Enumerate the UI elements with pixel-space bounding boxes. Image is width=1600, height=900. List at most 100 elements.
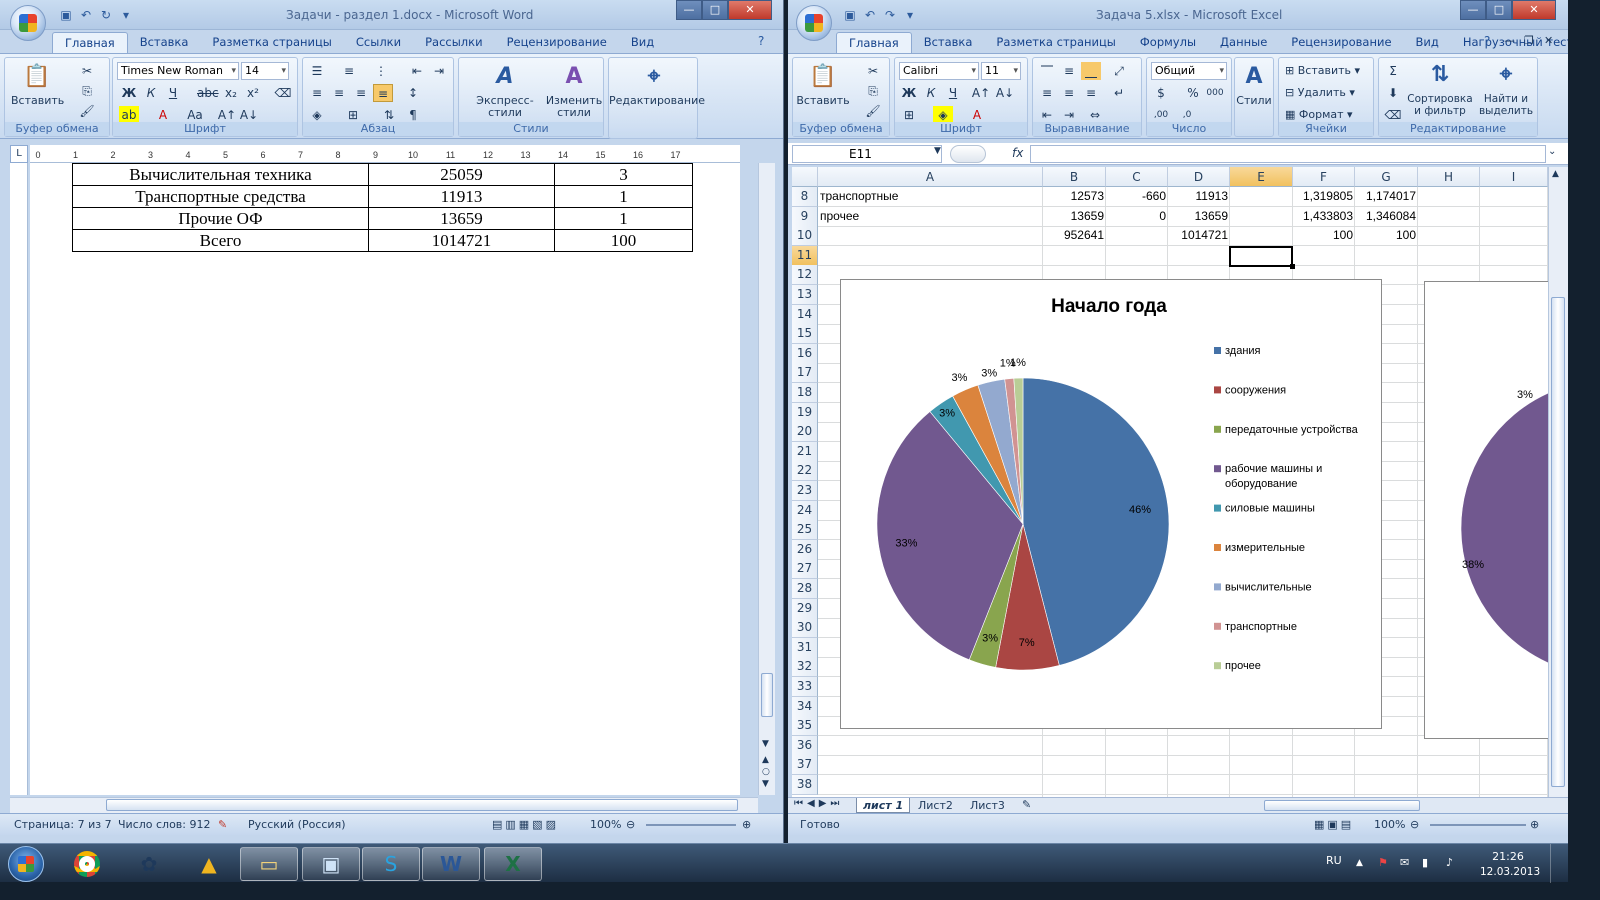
cell-E10[interactable] xyxy=(1230,226,1293,246)
cell-C9[interactable]: 0 xyxy=(1106,207,1168,227)
pie-slice[interactable] xyxy=(1460,392,1548,665)
row-header[interactable]: 30 xyxy=(792,618,818,639)
cell-F9[interactable]: 1,433803 xyxy=(1293,207,1355,227)
scroll-up-icon[interactable]: ▲ xyxy=(1552,169,1559,179)
superscript-icon[interactable]: x² xyxy=(243,84,263,102)
row-header[interactable]: 8 xyxy=(792,187,818,207)
delete-cells-button[interactable]: ⊟ Удалить ▾ xyxy=(1285,86,1355,99)
row-header[interactable]: 9 xyxy=(792,206,818,227)
clear-format-icon[interactable]: ⌫ xyxy=(273,84,293,102)
table-cell[interactable]: 3 xyxy=(554,163,693,186)
row-header[interactable]: 33 xyxy=(792,677,818,697)
cell-G9[interactable]: 1,346084 xyxy=(1355,207,1418,227)
column-header[interactable]: H xyxy=(1418,167,1480,187)
insert-function-icon[interactable]: fx xyxy=(1012,146,1023,160)
formula-input[interactable] xyxy=(1030,145,1546,163)
align-top-icon[interactable]: ⎺ xyxy=(1037,62,1057,80)
align-center-icon[interactable]: ≡ xyxy=(329,84,349,102)
wb-restore-icon[interactable]: ❐ xyxy=(1524,34,1534,47)
row-header[interactable]: 14 xyxy=(792,304,818,325)
row-header[interactable]: 28 xyxy=(792,579,818,599)
tab-formulas[interactable]: Формулы xyxy=(1128,32,1208,53)
cell-F8[interactable]: 1,319805 xyxy=(1293,187,1355,207)
cell-F10[interactable]: 100 xyxy=(1293,226,1355,246)
tab-view[interactable]: Вид xyxy=(619,32,666,53)
wb-close-icon[interactable]: ✕ xyxy=(1544,34,1553,47)
wb-minimize-icon[interactable]: — xyxy=(1504,34,1515,47)
language-indicator[interactable]: RU xyxy=(1326,854,1342,868)
table-cell[interactable]: 11913 xyxy=(368,185,555,208)
table-cell[interactable]: Всего xyxy=(72,229,369,252)
row-header[interactable]: 34 xyxy=(792,696,818,717)
tab-mailings[interactable]: Рассылки xyxy=(413,32,494,53)
align-right-icon[interactable]: ≡ xyxy=(1081,84,1101,102)
scroll-thumb[interactable] xyxy=(761,673,773,717)
copy-icon[interactable]: ⎘ xyxy=(863,82,883,100)
table-cell[interactable]: Транспортные средства xyxy=(72,185,369,208)
cut-icon[interactable]: ✂ xyxy=(863,62,883,80)
view-buttons[interactable]: ▦▣▤ xyxy=(1314,814,1354,836)
tab-insert[interactable]: Вставка xyxy=(912,32,985,53)
row-header[interactable]: 37 xyxy=(792,755,818,776)
close-button[interactable]: ✕ xyxy=(728,0,772,20)
zoom-out-icon[interactable]: ⊖ xyxy=(1410,814,1419,836)
format-painter-icon[interactable]: 🖌 xyxy=(863,102,883,120)
office-button[interactable] xyxy=(10,5,46,41)
row-header[interactable]: 23 xyxy=(792,481,818,501)
column-header[interactable]: I xyxy=(1480,167,1548,187)
cell-D10[interactable]: 1014721 xyxy=(1168,226,1230,246)
view-buttons[interactable]: ▤▥▦▧▨ xyxy=(492,814,559,836)
paste-button[interactable]: 📋 Вставить xyxy=(11,62,64,107)
chrome-taskbar-icon[interactable] xyxy=(58,847,116,881)
font-size-select[interactable]: 14 xyxy=(241,62,289,80)
new-sheet-icon[interactable]: ✎ xyxy=(1022,798,1031,811)
format-painter-icon[interactable]: 🖌 xyxy=(77,102,97,120)
number-format-select[interactable]: Общий xyxy=(1151,62,1227,80)
chart-start-of-year[interactable]: Начало года 46% 7% 3% 33% 3% 3% 3% 1% 1% здания со… xyxy=(840,279,1382,729)
paste-button[interactable]: 📋 Вставить xyxy=(795,62,851,107)
zoom-in-icon[interactable]: ⊕ xyxy=(742,814,751,836)
column-header[interactable]: C xyxy=(1106,167,1168,187)
line-spacing-icon[interactable]: ↕ xyxy=(403,84,423,102)
cell-E9[interactable] xyxy=(1230,207,1293,227)
help-icon[interactable]: ? xyxy=(1484,34,1490,48)
column-header[interactable]: E xyxy=(1230,167,1293,187)
save-icon[interactable]: ▣ xyxy=(58,7,74,23)
italic-icon[interactable]: К xyxy=(921,84,941,102)
orientation-icon[interactable]: ⤢ xyxy=(1109,62,1129,80)
formula-expand-handle[interactable] xyxy=(950,145,986,163)
underline-icon[interactable]: Ч xyxy=(943,84,963,102)
minimize-button[interactable]: — xyxy=(676,0,702,20)
align-bottom-icon[interactable]: ⎽ xyxy=(1081,62,1101,80)
zoom-out-icon[interactable]: ⊖ xyxy=(626,814,635,836)
sort-filter-button[interactable]: ⇅ Сортировка и фильтр xyxy=(1405,60,1475,117)
row-header[interactable]: 24 xyxy=(792,500,818,521)
strikethrough-icon[interactable]: abc xyxy=(197,84,219,102)
active-cell-cursor[interactable] xyxy=(1229,246,1293,267)
cell-A10[interactable] xyxy=(818,226,1043,246)
page-count[interactable]: Страница: 7 из 7 xyxy=(14,814,112,836)
next-page-icon[interactable]: ▼ xyxy=(762,779,769,789)
cell-A9[interactable]: прочее xyxy=(818,207,1043,227)
styles-button[interactable]: A Стили xyxy=(1235,62,1273,107)
network-icon[interactable]: ⚑ xyxy=(1378,856,1388,870)
tab-review[interactable]: Рецензирование xyxy=(1279,32,1403,53)
spelling-icon[interactable]: ✎ xyxy=(218,814,227,836)
tab-home[interactable]: Главная xyxy=(52,32,128,53)
customize-qat-icon[interactable]: ▾ xyxy=(118,7,134,23)
align-right-icon[interactable]: ≡ xyxy=(351,84,371,102)
word-horizontal-scrollbar[interactable] xyxy=(10,797,758,813)
cell-B8[interactable]: 12573 xyxy=(1043,187,1106,207)
minimize-button[interactable]: — xyxy=(1460,0,1486,20)
format-cells-button[interactable]: ▦ Формат ▾ xyxy=(1285,108,1353,121)
zoom-level[interactable]: 100% xyxy=(590,817,621,833)
language[interactable]: Русский (Россия) xyxy=(248,814,346,836)
tab-references[interactable]: Ссылки xyxy=(344,32,413,53)
show-desktop-button[interactable] xyxy=(1550,844,1566,883)
column-header[interactable]: B xyxy=(1043,167,1106,187)
decrease-indent-icon[interactable]: ⇤ xyxy=(407,62,427,80)
increase-indent-icon[interactable]: ⇥ xyxy=(429,62,449,80)
row-header[interactable]: 19 xyxy=(792,402,818,423)
skype-taskbar-icon[interactable]: S xyxy=(362,847,420,881)
align-middle-icon[interactable]: ≡ xyxy=(1059,62,1079,80)
